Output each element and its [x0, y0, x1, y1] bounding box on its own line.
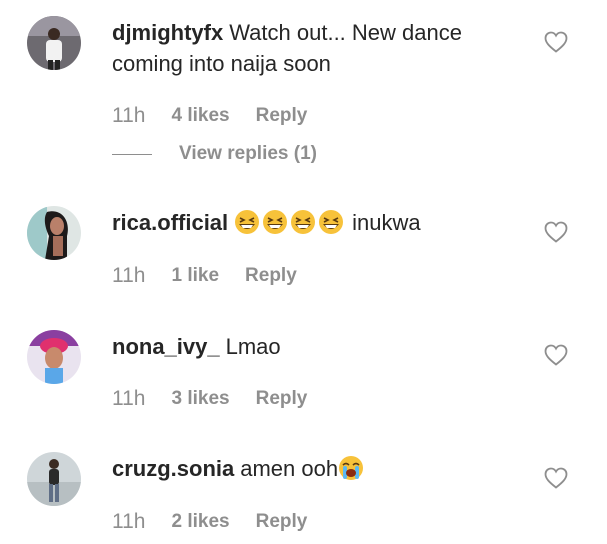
comment-body: amen ooh — [240, 456, 339, 481]
avatar[interactable] — [27, 16, 81, 70]
comment-meta: 11h 4 likes Reply — [112, 103, 307, 129]
likes-count[interactable]: 3 likes — [171, 388, 229, 410]
heart-icon[interactable] — [544, 467, 568, 489]
comment-text-block: nona_ivy_ Lmao — [112, 331, 512, 362]
heart-icon[interactable] — [544, 344, 568, 366]
likes-count[interactable]: 4 likes — [171, 105, 229, 127]
comment-body: Lmao — [225, 334, 281, 359]
comment-text-block: djmightyfx Watch out... New dance coming … — [112, 17, 512, 79]
comment-username[interactable]: cruzg.sonia — [112, 456, 234, 481]
comment-timestamp: 11h — [112, 510, 146, 533]
heart-icon[interactable] — [544, 221, 568, 243]
comment-timestamp: 11h — [112, 264, 146, 287]
heart-icon[interactable] — [544, 31, 568, 53]
avatar[interactable] — [27, 452, 81, 506]
comment-timestamp: 11h — [112, 387, 146, 410]
grinning-squinting-face-icon — [234, 209, 260, 235]
loudly-crying-face-icon — [338, 455, 364, 481]
reply-button[interactable]: Reply — [256, 511, 308, 533]
grinning-squinting-face-icon — [290, 209, 316, 235]
comment-text-block: rica.official inukwa — [112, 207, 512, 238]
grinning-squinting-face-icon — [262, 209, 288, 235]
comment-meta: 11h 3 likes Reply — [112, 386, 307, 412]
reply-button[interactable]: Reply — [245, 265, 297, 287]
avatar[interactable] — [27, 330, 81, 384]
view-replies-button[interactable]: View replies (1) — [112, 142, 317, 166]
comment-text-block: cruzg.sonia amen ooh — [112, 453, 512, 484]
comment-meta: 11h 2 likes Reply — [112, 509, 307, 535]
comment-body: inukwa — [352, 210, 421, 235]
comment-username[interactable]: nona_ivy_ — [112, 334, 220, 359]
comment-username[interactable]: rica.official — [112, 210, 228, 235]
avatar[interactable] — [27, 206, 81, 260]
comment-meta: 11h 1 like Reply — [112, 263, 297, 289]
divider — [112, 153, 152, 155]
likes-count[interactable]: 2 likes — [171, 511, 229, 533]
reply-button[interactable]: Reply — [256, 388, 308, 410]
likes-count[interactable]: 1 like — [171, 265, 219, 287]
reply-button[interactable]: Reply — [256, 105, 308, 127]
comment-username[interactable]: djmightyfx — [112, 20, 223, 45]
comment-timestamp: 11h — [112, 104, 146, 127]
grinning-squinting-face-icon — [318, 209, 344, 235]
view-replies-label: View replies (1) — [179, 143, 317, 164]
